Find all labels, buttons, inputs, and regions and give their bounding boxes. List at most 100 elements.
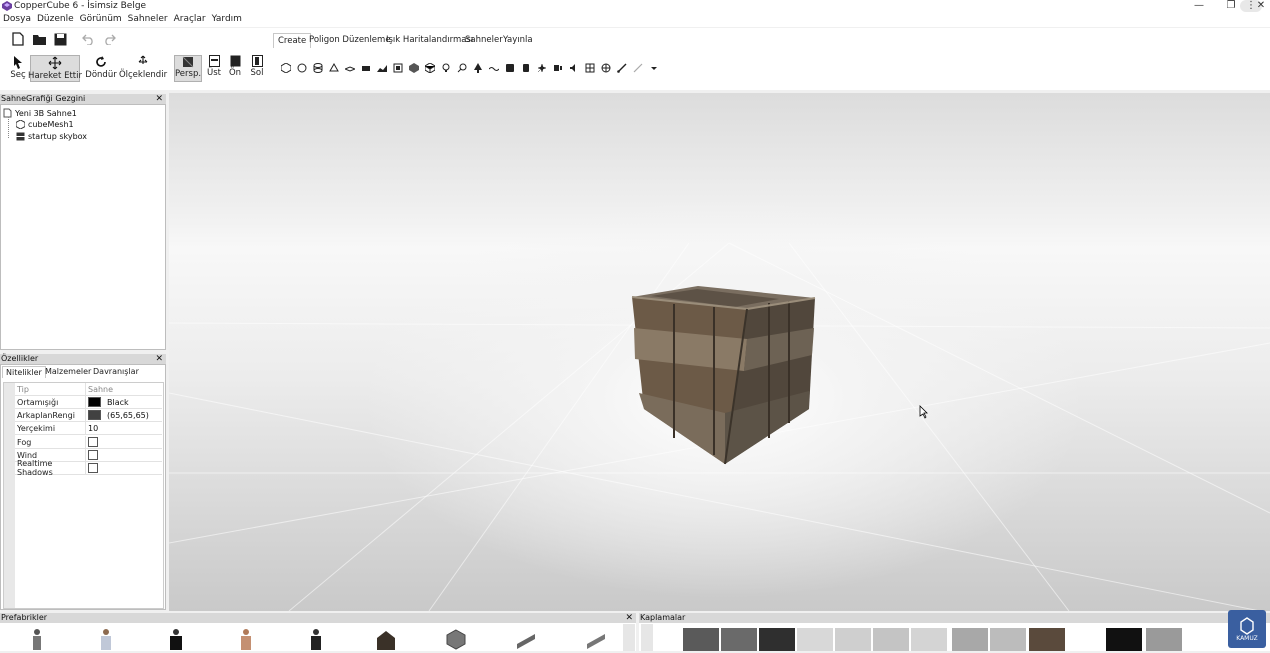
close-icon[interactable]: ✕ bbox=[625, 613, 633, 623]
tree-item-root[interactable]: Yeni 3B Sahne1 bbox=[3, 108, 77, 118]
close-icon[interactable]: ✕ bbox=[155, 94, 163, 104]
texture-thumb[interactable] bbox=[1106, 628, 1142, 651]
move-tool-button[interactable]: Hareket Ettir bbox=[28, 55, 82, 82]
3d-viewport[interactable] bbox=[169, 93, 1270, 611]
mesh-node-icon bbox=[16, 120, 25, 129]
terrain-icon[interactable] bbox=[374, 61, 390, 75]
fps-camera-icon[interactable] bbox=[550, 61, 566, 75]
texture-thumb[interactable] bbox=[835, 628, 871, 651]
tree-item-root-label: Yeni 3B Sahne1 bbox=[15, 108, 77, 118]
restore-icon[interactable]: ❐ bbox=[1220, 0, 1242, 12]
scale-tool-button[interactable]: Ölçeklendir bbox=[119, 55, 167, 82]
cone-icon[interactable] bbox=[326, 61, 342, 75]
prop-row-ambient[interactable]: Ortamışığı Black bbox=[15, 396, 162, 409]
top-label: Üst bbox=[207, 68, 221, 78]
menu-file[interactable]: Dosya bbox=[0, 13, 34, 25]
menu-view[interactable]: Görünüm bbox=[77, 13, 125, 25]
mesh-icon[interactable] bbox=[406, 61, 422, 75]
tab-attributes[interactable]: Nitelikler bbox=[2, 366, 46, 378]
texture-thumb[interactable] bbox=[721, 628, 757, 651]
perspective-view-button[interactable]: Persp. bbox=[174, 55, 202, 82]
left-view-button[interactable]: Sol bbox=[249, 55, 265, 82]
prefab-house[interactable] bbox=[375, 628, 397, 650]
properties-title: Özellikler bbox=[1, 354, 39, 363]
hotspot-icon[interactable] bbox=[518, 61, 534, 75]
front-view-button[interactable]: Ön bbox=[227, 55, 243, 82]
prefab-crate[interactable] bbox=[445, 628, 467, 650]
prop-gravity-value[interactable]: 10 bbox=[88, 424, 98, 433]
water-icon[interactable] bbox=[486, 61, 502, 75]
prop-row-shadows[interactable]: Realtime Shadows bbox=[15, 459, 162, 477]
tree-icon[interactable] bbox=[470, 61, 486, 75]
prefab-character-1[interactable] bbox=[26, 628, 48, 650]
fog-checkbox[interactable] bbox=[88, 437, 98, 447]
prop-fog-name: Fog bbox=[17, 437, 32, 447]
tab-behaviors[interactable]: Davranışlar bbox=[90, 366, 142, 377]
prefab-barrier-2[interactable] bbox=[585, 628, 607, 650]
wind-checkbox[interactable] bbox=[88, 450, 98, 460]
menu-edit[interactable]: Düzenle bbox=[34, 13, 77, 25]
cube-icon[interactable] bbox=[278, 61, 294, 75]
prefab-character-2[interactable] bbox=[95, 628, 117, 650]
texture-thumb[interactable] bbox=[797, 628, 833, 651]
overlay-icon[interactable] bbox=[582, 61, 598, 75]
prefab-character-5[interactable] bbox=[305, 628, 327, 650]
billboard-icon[interactable] bbox=[390, 61, 406, 75]
tree-connector bbox=[8, 117, 9, 138]
prop-row-gravity[interactable]: Yerçekimi 10 bbox=[15, 422, 162, 435]
textures-scrollbar[interactable] bbox=[641, 624, 653, 651]
light-bulb-icon[interactable] bbox=[438, 61, 454, 75]
tab-materials[interactable]: Malzemeler bbox=[42, 366, 94, 377]
path-icon[interactable] bbox=[454, 61, 470, 75]
background-color-swatch[interactable] bbox=[88, 410, 101, 420]
ambient-color-swatch[interactable] bbox=[88, 397, 101, 407]
prefabs-scrollbar[interactable] bbox=[623, 624, 635, 651]
rotate-tool-button[interactable]: Döndür bbox=[85, 55, 117, 82]
particle-icon[interactable] bbox=[534, 61, 550, 75]
front-view-icon bbox=[230, 55, 240, 67]
save-icon[interactable] bbox=[52, 31, 68, 47]
sphere-icon[interactable] bbox=[294, 61, 310, 75]
box-icon[interactable] bbox=[422, 61, 438, 75]
menu-scenes[interactable]: Sahneler bbox=[125, 13, 171, 25]
texture-thumb[interactable] bbox=[683, 628, 719, 651]
joint-icon[interactable] bbox=[630, 61, 646, 75]
texture-thumb[interactable] bbox=[1146, 628, 1182, 651]
prefab-character-3[interactable] bbox=[165, 628, 187, 650]
redo-icon[interactable] bbox=[101, 31, 117, 47]
more-dropdown-icon[interactable] bbox=[646, 61, 662, 75]
texture-thumb[interactable] bbox=[1029, 628, 1065, 651]
open-folder-icon[interactable] bbox=[31, 31, 47, 47]
prefab-barrier-1[interactable] bbox=[515, 628, 537, 650]
cylinder-icon[interactable] bbox=[310, 61, 326, 75]
tree-item-cubemesh[interactable]: cubeMesh1 bbox=[16, 120, 74, 129]
prefab-character-4[interactable] bbox=[235, 628, 257, 650]
texture-thumb[interactable] bbox=[952, 628, 988, 651]
channel-badge: KAMUZ bbox=[1228, 610, 1266, 648]
viewport-scene bbox=[169, 242, 1270, 611]
sound-icon[interactable] bbox=[566, 61, 582, 75]
texture-thumb[interactable] bbox=[759, 628, 795, 651]
minimize-icon[interactable]: — bbox=[1188, 0, 1210, 12]
prop-row-fog[interactable]: Fog bbox=[15, 436, 162, 449]
text-icon[interactable] bbox=[502, 61, 518, 75]
undo-icon[interactable] bbox=[80, 31, 96, 47]
menu-help[interactable]: Yardım bbox=[209, 13, 245, 25]
tree-item-skybox[interactable]: startup skybox bbox=[16, 132, 87, 141]
shadows-checkbox[interactable] bbox=[88, 463, 98, 473]
texture-thumb[interactable] bbox=[990, 628, 1026, 651]
top-view-button[interactable]: Üst bbox=[206, 55, 222, 82]
line-icon[interactable] bbox=[614, 61, 630, 75]
close-icon[interactable]: ✕ bbox=[1250, 0, 1270, 12]
close-icon[interactable]: ✕ bbox=[155, 354, 163, 364]
texture-thumb[interactable] bbox=[911, 628, 947, 651]
camera-icon[interactable] bbox=[358, 61, 374, 75]
tab-publish[interactable]: Yayınla bbox=[499, 33, 537, 48]
skybox-icon[interactable] bbox=[598, 61, 614, 75]
crate-cube[interactable] bbox=[631, 286, 816, 465]
prop-row-background[interactable]: ArkaplanRengi (65,65,65) bbox=[15, 409, 162, 422]
texture-thumb[interactable] bbox=[873, 628, 909, 651]
menu-tools[interactable]: Araçlar bbox=[171, 13, 209, 25]
new-file-icon[interactable] bbox=[10, 31, 26, 47]
plane-icon[interactable] bbox=[342, 61, 358, 75]
